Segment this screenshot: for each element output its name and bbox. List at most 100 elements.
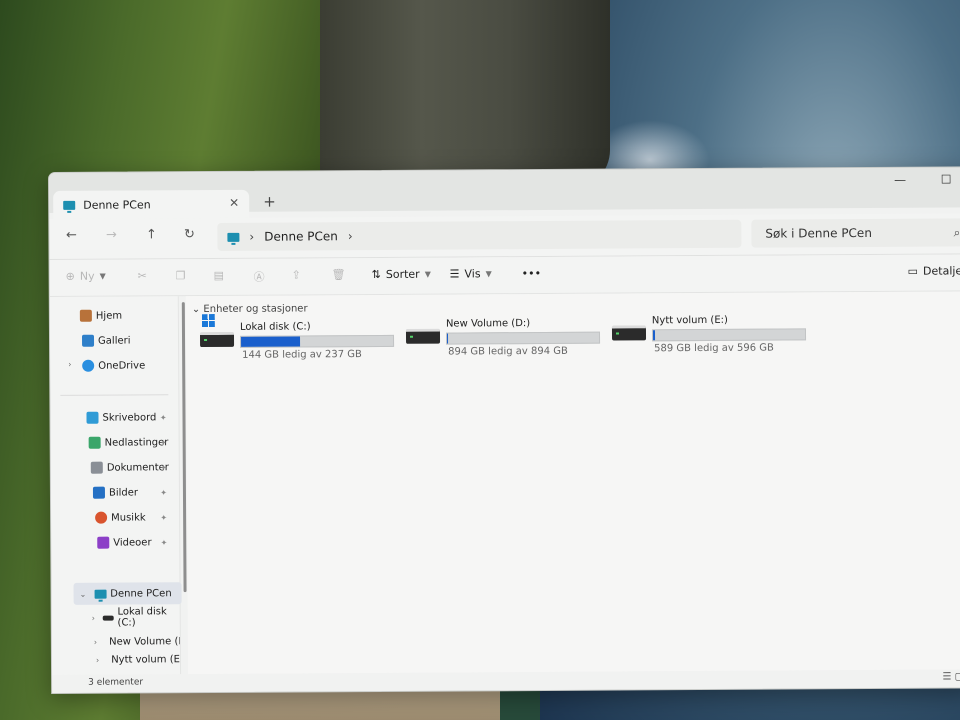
computer-icon xyxy=(227,232,240,242)
chevron-right-icon[interactable]: › xyxy=(94,637,97,646)
search-input[interactable]: Søk i Denne PCen xyxy=(765,226,872,241)
file-explorer-window: Denne PCen ✕ + — ☐ ← → ↑ ↻ › Denne PCen … xyxy=(48,166,960,694)
computer-icon xyxy=(94,589,107,599)
delete-icon[interactable]: 🗑 xyxy=(332,268,346,281)
address-bar[interactable]: › Denne PCen › xyxy=(217,219,742,251)
sidebar-item-label: Denne PCen xyxy=(110,587,172,600)
sidebar-item-label: OneDrive xyxy=(98,359,146,372)
drive-icon xyxy=(611,325,647,341)
maximize-button[interactable]: ☐ xyxy=(923,167,960,195)
plus-circle-icon: ⊕ xyxy=(65,269,75,283)
video-icon xyxy=(97,536,110,549)
drive-icon xyxy=(405,328,441,344)
sidebar-item-drive-c[interactable]: › Lokal disk (C:) xyxy=(92,606,180,629)
navigation-bar: ← → ↑ ↻ › Denne PCen › Søk i Denne PCen … xyxy=(49,213,960,260)
pin-icon: ✦ xyxy=(159,437,167,447)
sidebar-item-skrivebord[interactable]: Skrivebord ✦ xyxy=(86,406,178,429)
refresh-button[interactable]: ↻ xyxy=(179,227,199,242)
title-bar: Denne PCen ✕ + — ☐ xyxy=(49,167,960,219)
details-pane-icon: ▭ xyxy=(907,264,919,278)
drive-tile-d[interactable]: New Volume (D:) 894 GB ledig av 894 GB xyxy=(405,318,606,365)
sidebar-item-videoer[interactable]: Videoer ✦ xyxy=(97,531,179,554)
document-icon xyxy=(90,461,103,474)
chevron-down-icon: ▼ xyxy=(485,269,492,279)
drive-icon xyxy=(199,331,235,348)
chevron-down-icon: ⌄ xyxy=(191,304,201,316)
sidebar-divider xyxy=(60,394,169,396)
copy-icon[interactable]: ❐ xyxy=(176,269,186,282)
chevron-down-icon: ▼ xyxy=(99,271,106,281)
chevron-down-icon: ▼ xyxy=(424,269,431,279)
chevron-right-icon[interactable]: › xyxy=(68,360,71,369)
sort-button[interactable]: ⇅ Sorter ▼ xyxy=(372,268,431,281)
tab-denne-pcen[interactable]: Denne PCen ✕ xyxy=(53,189,250,219)
sidebar-item-label: Hjem xyxy=(95,310,123,322)
close-tab-icon[interactable]: ✕ xyxy=(229,196,239,210)
computer-icon xyxy=(63,200,76,210)
paste-icon[interactable]: ▤ xyxy=(214,269,224,282)
drive-name: Lokal disk (C:) xyxy=(239,321,311,333)
forward-button[interactable]: → xyxy=(101,228,121,243)
sidebar-item-drive-d[interactable]: › New Volume (D:) xyxy=(94,630,180,653)
drive-tile-e[interactable]: Nytt volum (E:) 589 GB ledig av 596 GB xyxy=(611,314,812,361)
rename-icon[interactable]: Ⓐ xyxy=(254,269,265,285)
chevron-down-icon[interactable]: ⌄ xyxy=(80,589,87,598)
tab-label: Denne PCen xyxy=(83,197,151,212)
drive-tile-c[interactable]: Lokal disk (C:) 144 GB ledig av 237 GB xyxy=(199,313,400,368)
gallery-icon xyxy=(81,334,95,347)
sidebar-item-galleri[interactable]: Galleri xyxy=(81,329,178,352)
sidebar-item-label: Nytt volum (E:) xyxy=(111,653,181,666)
sidebar-item-label: Skrivebord xyxy=(102,411,157,424)
wallpaper-rock xyxy=(320,0,610,190)
search-box[interactable]: Søk i Denne PCen ⌕ xyxy=(751,218,960,248)
sidebar-item-label: Galleri xyxy=(97,334,131,347)
sidebar-item-label: Nedlastinger xyxy=(104,436,169,449)
drive-usage-fill xyxy=(241,336,301,347)
breadcrumb-expand[interactable]: › xyxy=(348,229,353,243)
sidebar-item-label: New Volume (D:) xyxy=(109,635,180,648)
sidebar-item-label: Videoer xyxy=(113,536,152,549)
new-tab-button[interactable]: + xyxy=(263,193,276,211)
breadcrumb-denne-pcen[interactable]: Denne PCen xyxy=(264,229,338,243)
view-button-label: Vis xyxy=(464,267,481,281)
chevron-right-icon[interactable]: › xyxy=(96,655,99,664)
sidebar-item-dokumenter[interactable]: Dokumenter ✦ xyxy=(90,456,179,479)
sidebar-item-musikk[interactable]: Musikk ✦ xyxy=(95,506,179,529)
sidebar-item-nedlastinger[interactable]: Nedlastinger ✦ xyxy=(88,431,179,454)
sidebar-item-denne-pcen[interactable]: ⌄ Denne PCen xyxy=(73,582,182,605)
home-icon xyxy=(79,309,92,322)
up-button[interactable]: ↑ xyxy=(141,227,161,242)
drive-free-space: 894 GB ledig av 894 GB xyxy=(448,345,568,358)
sidebar-item-hjem[interactable]: Hjem xyxy=(79,304,178,327)
minimize-button[interactable]: — xyxy=(877,168,923,196)
view-button[interactable]: ☰ Vis ▼ xyxy=(450,267,492,280)
main-content: ⌄ Enheter og stasjoner Lokal disk (C:) 1… xyxy=(185,291,960,675)
pin-icon: ✦ xyxy=(159,412,167,422)
item-count: 3 elementer xyxy=(88,677,144,688)
sidebar-item-label: Lokal disk (C:) xyxy=(117,606,167,629)
desktop-icon xyxy=(86,411,99,424)
sidebar-item-bilder[interactable]: Bilder ✦ xyxy=(92,481,179,504)
details-button[interactable]: ▭ Detaljer xyxy=(908,264,960,277)
windows-logo-icon xyxy=(201,313,215,328)
view-toggle-icons[interactable]: ☰ ▢ xyxy=(942,671,960,682)
more-options-button[interactable]: ••• xyxy=(522,267,542,280)
sidebar-item-drive-e[interactable]: › Nytt volum (E:) xyxy=(96,652,180,667)
chevron-right-icon[interactable]: › xyxy=(92,613,95,622)
pin-icon: ✦ xyxy=(160,537,168,547)
drive-usage-bar xyxy=(651,328,807,342)
breadcrumb-separator[interactable]: › xyxy=(249,230,254,244)
drive-name: New Volume (D:) xyxy=(445,318,531,330)
drive-icon xyxy=(102,615,114,621)
share-icon[interactable]: ⇪ xyxy=(292,268,301,281)
music-icon xyxy=(95,511,108,524)
sidebar-item-onedrive[interactable]: OneDrive xyxy=(82,354,178,377)
drive-usage-bar xyxy=(240,334,395,348)
pin-icon: ✦ xyxy=(160,512,168,522)
drive-free-space: 589 GB ledig av 596 GB xyxy=(654,342,774,355)
new-button[interactable]: ⊕ Ny ▼ xyxy=(66,270,106,283)
details-button-label: Detaljer xyxy=(922,264,960,278)
back-button[interactable]: ← xyxy=(61,228,81,243)
cut-icon[interactable]: ✂ xyxy=(138,269,147,282)
drive-free-space: 144 GB ledig av 237 GB xyxy=(242,349,362,361)
